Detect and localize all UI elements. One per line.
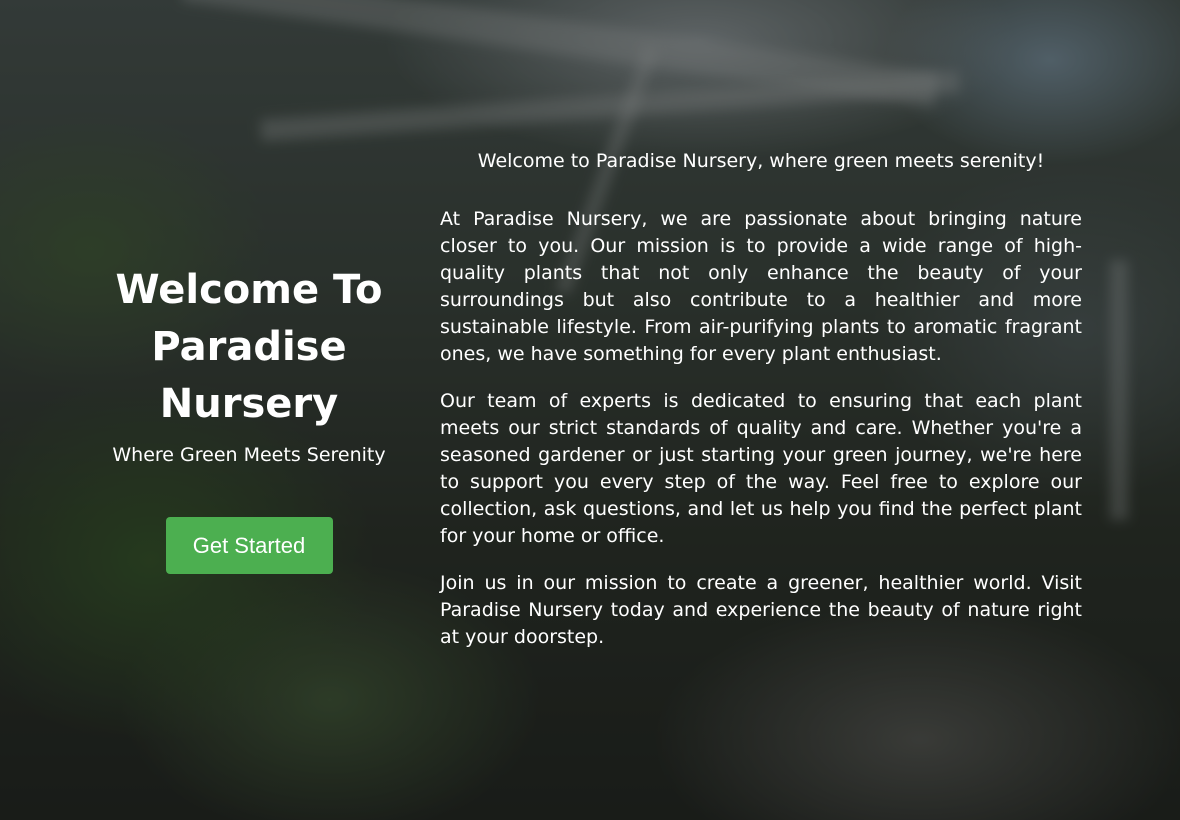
about-paragraph: At Paradise Nursery, we are passionate a… — [440, 208, 1082, 365]
hero-subtitle: Where Green Meets Serenity — [112, 444, 386, 466]
hero-section: Welcome To Paradise Nursery Where Green … — [0, 0, 1180, 820]
about-paragraph: Join us in our mission to create a green… — [440, 572, 1082, 648]
about-section: Welcome to Paradise Nursery, where green… — [440, 146, 1082, 671]
about-paragraph: Our team of experts is dedicated to ensu… — [440, 390, 1082, 547]
page-title: Welcome To Paradise Nursery — [115, 267, 383, 427]
hero-intro: Welcome To Paradise Nursery Where Green … — [100, 262, 398, 574]
about-tagline: Welcome to Paradise Nursery, where green… — [477, 150, 1045, 172]
get-started-button[interactable]: Get Started — [165, 517, 333, 574]
